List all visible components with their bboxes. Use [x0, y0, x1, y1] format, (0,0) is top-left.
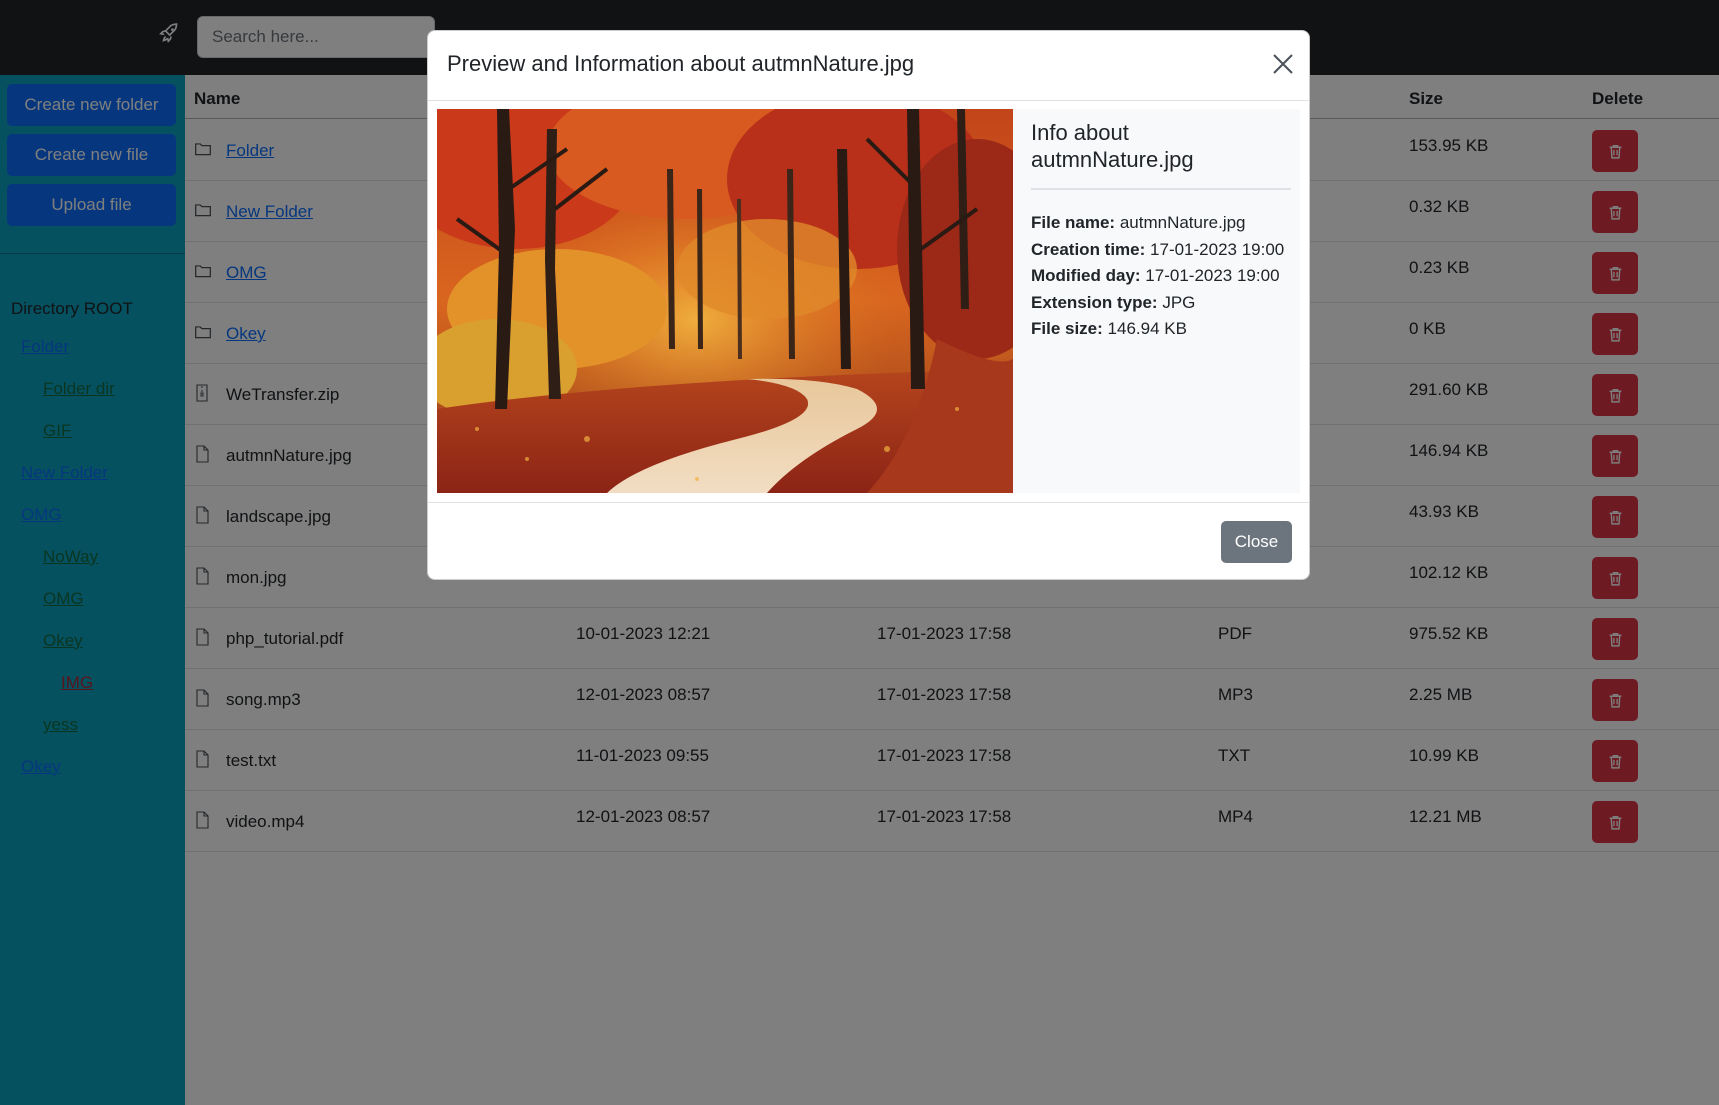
info-title: Info about autmnNature.jpg — [1031, 120, 1194, 172]
info-divider — [1031, 188, 1291, 190]
info-line: File size: 146.94 KB — [1031, 316, 1291, 343]
close-button[interactable]: Close — [1221, 521, 1292, 563]
preview-container: Info about autmnNature.jpg File name: au… — [437, 109, 1300, 493]
info-line: Creation time: 17-01-2023 19:00 — [1031, 237, 1291, 264]
modal-footer-divider — [428, 502, 1309, 503]
preview-modal: Preview and Information about autmnNatur… — [427, 30, 1310, 580]
file-info-panel: Info about autmnNature.jpg File name: au… — [1031, 109, 1291, 343]
info-value: 17-01-2023 19:00 — [1145, 266, 1280, 286]
info-line: Extension type: JPG — [1031, 290, 1291, 317]
info-line: File name: autmnNature.jpg — [1031, 210, 1291, 237]
info-list: File name: autmnNature.jpg Creation time:… — [1031, 210, 1291, 343]
info-value: 146.94 KB — [1107, 319, 1187, 339]
modal-title: Preview and Information about autmnNatur… — [447, 51, 915, 76]
modal-header: Preview and Information about autmnNatur… — [428, 31, 1309, 101]
info-label: Modified day: — [1031, 266, 1141, 286]
info-label: File name: — [1031, 213, 1116, 232]
info-label: File size: — [1031, 319, 1103, 339]
info-value: 17-01-2023 19:00 — [1150, 239, 1285, 259]
info-line: Modified day: 17-01-2023 19:00 — [1031, 263, 1291, 290]
info-value: autmnNature.jpg — [1119, 213, 1246, 232]
autumn-forest-image — [437, 109, 1013, 493]
close-icon[interactable] — [1271, 52, 1295, 76]
info-value: JPG — [1162, 292, 1196, 312]
info-label: Extension type: — [1031, 292, 1158, 312]
info-label: Creation time: — [1031, 239, 1146, 259]
